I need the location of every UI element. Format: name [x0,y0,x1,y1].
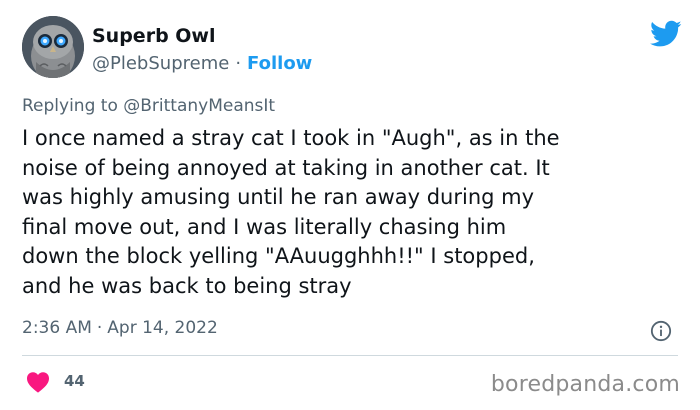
reply-prefix: Replying to [22,96,118,116]
tweet-line: down the block yelling "AAuugghhh!!" I s… [22,244,535,268]
tweet-timestamp[interactable]: 2:36 AM · Apr 14, 2022 [22,318,218,338]
timestamp-separator: · [96,318,103,338]
handle-separator: · [235,53,242,74]
tweet-line: I once named a stray cat I took in "Augh… [22,126,560,150]
divider [22,355,678,356]
display-name[interactable]: Superb Owl [92,25,216,47]
tweet-line: final move out, and I was literally chas… [22,214,507,239]
heart-icon [27,372,49,393]
twitter-bird-icon[interactable] [650,20,682,48]
handle-line: @PlebSupreme · Follow [92,53,312,74]
tweet-line: was highly amusing until he ran away dur… [22,185,535,209]
tweet-text: I once named a stray cat I took in "Augh… [22,124,687,301]
tweet-line: and he was back to being stray [22,273,352,298]
info-icon[interactable] [650,320,672,342]
like-count: 44 [64,372,85,390]
user-handle[interactable]: @PlebSupreme [92,53,229,74]
tweet-time: 2:36 AM [22,318,92,338]
owl-avatar-image [22,16,84,78]
tweet-line: noise of being annoyed at taking in anot… [22,155,550,180]
tweet-date: Apr 14, 2022 [107,318,218,338]
follow-button[interactable]: Follow [247,53,312,74]
reply-mention[interactable]: @BrittanyMeansIt [123,96,275,116]
avatar[interactable] [22,16,84,78]
tweet-header: Superb Owl @PlebSupreme · Follow [22,16,682,82]
watermark: boredpanda.com [490,372,680,397]
reply-context: Replying to @BrittanyMeansIt [22,96,275,116]
